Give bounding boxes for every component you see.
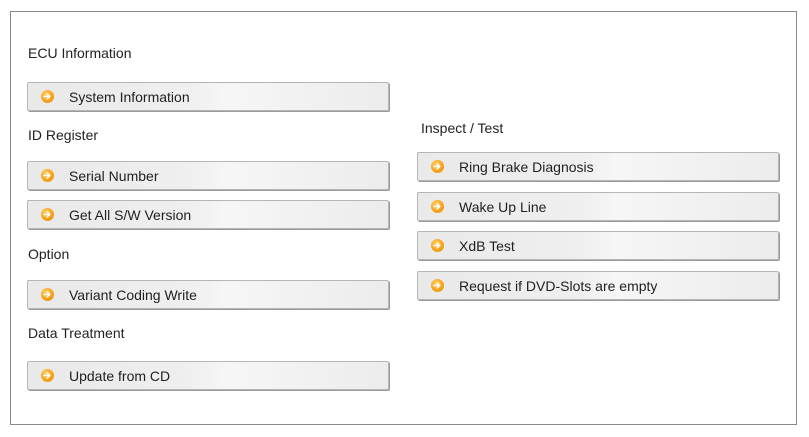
button-label: Request if DVD-Slots are empty bbox=[459, 277, 658, 294]
button-label: Wake Up Line bbox=[459, 198, 547, 215]
arrow-right-circle-icon bbox=[41, 288, 54, 301]
serial-number-button[interactable]: Serial Number bbox=[27, 161, 389, 190]
arrow-right-circle-icon bbox=[431, 160, 444, 173]
button-label: Ring Brake Diagnosis bbox=[459, 158, 594, 175]
section-heading-data-treatment: Data Treatment bbox=[28, 325, 125, 341]
button-label: XdB Test bbox=[459, 237, 515, 254]
button-label: Update from CD bbox=[69, 367, 171, 384]
arrow-right-circle-icon bbox=[431, 239, 444, 252]
section-heading-id-register: ID Register bbox=[28, 127, 99, 143]
arrow-right-circle-icon bbox=[41, 369, 54, 382]
xdb-test-button[interactable]: XdB Test bbox=[417, 231, 779, 260]
button-label: Get All S/W Version bbox=[69, 206, 192, 223]
request-dvd-slots-empty-button[interactable]: Request if DVD-Slots are empty bbox=[417, 271, 779, 300]
button-label: Serial Number bbox=[69, 167, 159, 184]
variant-coding-write-button[interactable]: Variant Coding Write bbox=[27, 280, 389, 309]
section-heading-option: Option bbox=[28, 246, 70, 262]
arrow-right-circle-icon bbox=[41, 90, 54, 103]
arrow-right-circle-icon bbox=[431, 279, 444, 292]
button-label: System Information bbox=[69, 88, 190, 105]
ring-brake-diagnosis-button[interactable]: Ring Brake Diagnosis bbox=[417, 152, 779, 181]
section-heading-inspect-test: Inspect / Test bbox=[421, 120, 504, 136]
arrow-right-circle-icon bbox=[41, 208, 54, 221]
wake-up-line-button[interactable]: Wake Up Line bbox=[417, 192, 779, 221]
section-heading-ecu-information: ECU Information bbox=[28, 45, 132, 61]
arrow-right-circle-icon bbox=[41, 169, 54, 182]
arrow-right-circle-icon bbox=[431, 200, 444, 213]
button-label: Variant Coding Write bbox=[69, 286, 197, 303]
system-information-button[interactable]: System Information bbox=[27, 82, 389, 111]
get-all-sw-version-button[interactable]: Get All S/W Version bbox=[27, 200, 389, 229]
update-from-cd-button[interactable]: Update from CD bbox=[27, 361, 389, 390]
